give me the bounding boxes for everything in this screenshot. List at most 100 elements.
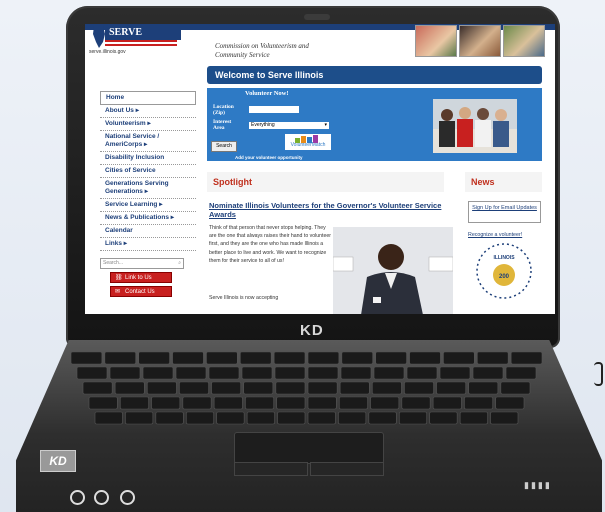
keyboard-key xyxy=(307,396,337,410)
keyboard-key xyxy=(406,366,438,380)
brand-badge: KD xyxy=(40,450,76,472)
article-title-link[interactable]: Nominate Illinois Volunteers for the Gov… xyxy=(209,201,449,219)
keyboard-key xyxy=(307,411,336,425)
keyboard-key xyxy=(275,381,306,395)
audio-port xyxy=(94,490,109,505)
keyboard-key xyxy=(277,411,306,425)
volunteer-group-photo xyxy=(433,99,517,153)
search-icon[interactable]: ⌕ xyxy=(178,259,181,268)
keyboard-key xyxy=(443,351,475,365)
keyboard-key xyxy=(88,396,118,410)
audio-port xyxy=(70,490,85,505)
nav-item[interactable]: Volunteerism ▸ xyxy=(100,118,196,131)
keyboard-key xyxy=(370,396,400,410)
keyboard-key xyxy=(76,366,108,380)
keyboard-key xyxy=(459,411,488,425)
keyboard-key xyxy=(339,381,370,395)
keyboard-key xyxy=(138,351,170,365)
contact-us-label: Contact Us xyxy=(125,289,155,295)
keyboard-key xyxy=(109,366,141,380)
keyboard-key xyxy=(82,381,113,395)
keyboard-key xyxy=(239,351,272,365)
nav-item[interactable]: Cities of Service xyxy=(100,165,196,178)
nav-item[interactable]: News & Publications ▸ xyxy=(100,212,196,225)
article-body: Think of that person that never stops he… xyxy=(209,225,331,264)
nav-item[interactable]: Links ▸ xyxy=(100,238,196,251)
volunteer-search-button[interactable]: Search xyxy=(211,141,237,152)
keyboard-key xyxy=(155,411,184,425)
keyboard-key xyxy=(241,366,273,380)
keyboard-key xyxy=(276,396,306,410)
keyboard-key xyxy=(104,351,137,365)
commission-line-2: Community Service xyxy=(215,51,270,59)
keyboard-key xyxy=(409,351,441,365)
keyboard-key xyxy=(401,396,431,410)
keyboard-key xyxy=(307,366,339,380)
keyboard-key xyxy=(142,366,174,380)
header-photo xyxy=(459,25,501,57)
link-to-us-button[interactable]: ⛓ Link to Us xyxy=(110,272,172,283)
keyboard-key xyxy=(307,351,340,365)
email-signup-link[interactable]: Sign Up for Email Updates xyxy=(468,201,541,223)
header-photo xyxy=(503,25,545,57)
volunteermatch-logo[interactable]: VolunteerMatch xyxy=(285,134,331,150)
keyboard-key xyxy=(273,351,306,365)
keyboard-key xyxy=(432,396,462,410)
nav-item[interactable]: Generations Serving Generations ▸ xyxy=(100,178,196,199)
keyboard-key xyxy=(341,351,374,365)
keyboard-key xyxy=(510,351,543,365)
keyboard-key xyxy=(114,381,145,395)
keyboard-key xyxy=(245,396,275,410)
keyboard-key xyxy=(404,381,434,395)
keyboard-key xyxy=(206,351,238,365)
nav-item[interactable]: About Us ▸ xyxy=(100,105,196,118)
keyboard-key xyxy=(468,381,499,395)
link-to-us-label: Link to Us xyxy=(125,275,152,281)
commission-title: Commission on Volunteerism and Community… xyxy=(215,42,309,60)
site-logo[interactable]: SERVE ILLINOIS xyxy=(91,26,181,52)
keyboard-key xyxy=(398,411,428,425)
recognize-volunteer-link[interactable]: Recognize a volunteer! xyxy=(468,232,522,238)
volunteer-title: Volunteer Now! xyxy=(245,90,289,97)
side-port xyxy=(594,362,603,386)
contact-us-button[interactable]: ✉ Contact Us xyxy=(110,286,172,297)
touchpad-right-button xyxy=(310,462,384,476)
interest-select[interactable]: Everything ▾ xyxy=(249,122,329,129)
nav-item[interactable]: National Service / AmeriCorps ▸ xyxy=(100,131,196,152)
mail-icon: ✉ xyxy=(115,289,121,295)
keyboard-key xyxy=(243,381,274,395)
laptop-screen: SERVE ILLINOIS serve.illinois.gov Commis… xyxy=(85,24,555,314)
welcome-banner: Welcome to Serve Illinois xyxy=(207,66,542,84)
interest-value: Everything xyxy=(251,122,275,128)
nav-item[interactable]: Disability Inclusion xyxy=(100,152,196,165)
keyboard-key xyxy=(495,396,525,410)
keyboard-key xyxy=(172,351,204,365)
link-icon: ⛓ xyxy=(115,275,123,281)
keyboard-key xyxy=(146,381,177,395)
nav-item[interactable]: Calendar xyxy=(100,225,196,238)
touchpad xyxy=(234,432,384,464)
keyboard-key xyxy=(175,366,207,380)
commission-line-1: Commission on Volunteerism and xyxy=(215,42,309,50)
keyboard-key xyxy=(307,381,338,395)
header-photo xyxy=(415,25,457,57)
article-body-continued: Serve Illinois is now accepting xyxy=(209,295,279,301)
keyboard-key xyxy=(216,411,245,425)
keyboard-key xyxy=(179,381,209,395)
keyboard-key xyxy=(338,396,368,410)
keyboard-key xyxy=(340,366,372,380)
zip-input[interactable] xyxy=(249,106,299,113)
add-opportunity-link[interactable]: Add your volunteer opportunity xyxy=(235,155,303,160)
keyboard-key xyxy=(476,351,509,365)
keyboard-key xyxy=(368,411,397,425)
keyboard-key xyxy=(151,396,181,410)
volunteermatch-bars-icon xyxy=(295,135,318,143)
search-input[interactable]: Search... ⌕ xyxy=(100,258,184,269)
audio-port xyxy=(120,490,135,505)
nav-item[interactable]: Home xyxy=(100,91,196,105)
keyboard-key xyxy=(213,396,243,410)
keyboard-key xyxy=(505,366,537,380)
nav-item[interactable]: Service Learning ▸ xyxy=(100,199,196,212)
keyboard-key xyxy=(208,366,240,380)
keyboard-key xyxy=(338,411,367,425)
